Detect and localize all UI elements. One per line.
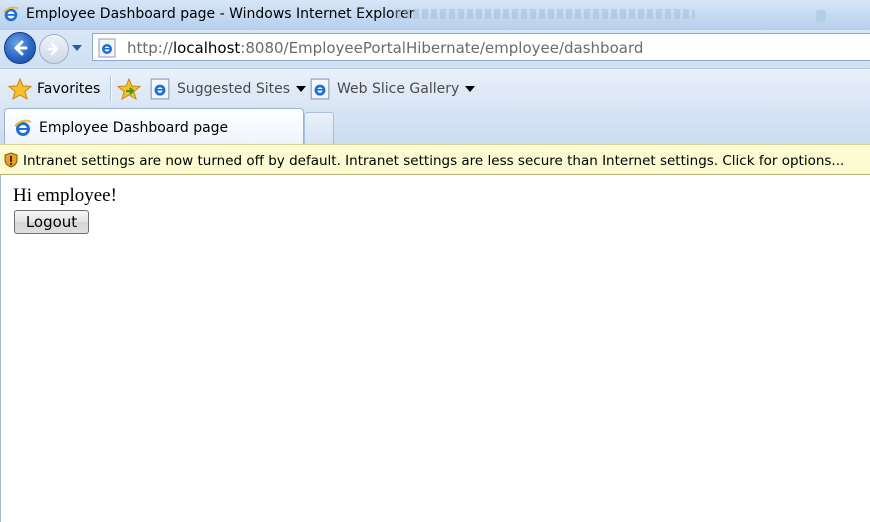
- internet-explorer-page-icon: [98, 38, 116, 58]
- logout-button[interactable]: Logout: [14, 210, 89, 234]
- arrow-left-icon: [14, 40, 28, 56]
- background-window-dot: [816, 10, 826, 22]
- favorites-bar: Favorites Suggested Sites Web Slice Gall…: [0, 68, 870, 106]
- greeting-text: Hi employee!: [13, 185, 117, 206]
- chevron-down-icon: [296, 86, 307, 92]
- url-path: :8080/EmployeePortalHibernate/employee/d…: [240, 39, 644, 57]
- address-url[interactable]: http://localhost:8080/EmployeePortalHibe…: [127, 39, 643, 57]
- chevron-down-icon: [465, 86, 476, 92]
- internet-explorer-icon: [14, 119, 32, 136]
- url-host: localhost: [172, 39, 241, 57]
- new-tab-button[interactable]: [304, 112, 334, 144]
- shield-warning-icon: [4, 152, 18, 168]
- favorites-separator: [110, 76, 111, 102]
- suggested-sites-label: Suggested Sites: [177, 81, 291, 97]
- favorites-star-icon: [8, 78, 32, 100]
- favorites-label: Favorites: [37, 81, 101, 97]
- internet-explorer-icon: [3, 6, 19, 22]
- add-to-favorites-bar-button[interactable]: [117, 78, 141, 100]
- suggested-sites-button[interactable]: Suggested Sites: [149, 78, 307, 100]
- arrow-right-icon: [47, 42, 59, 56]
- internet-explorer-icon: [310, 78, 330, 100]
- browser-window: Employee Dashboard page - Windows Intern…: [0, 0, 870, 522]
- tab-bar: Employee Dashboard page: [0, 106, 870, 144]
- internet-explorer-icon: [150, 78, 170, 100]
- information-bar-message: Intranet settings are now turned off by …: [23, 153, 845, 169]
- window-title: Employee Dashboard page - Windows Intern…: [26, 6, 415, 22]
- page-content: Hi employee! Logout: [0, 175, 870, 522]
- forward-button[interactable]: [39, 34, 69, 64]
- tab-employee-dashboard[interactable]: Employee Dashboard page: [4, 108, 304, 144]
- navigation-bar: http://localhost:8080/EmployeePortalHibe…: [0, 30, 870, 68]
- url-scheme: http://: [127, 39, 173, 57]
- recent-pages-dropdown-icon[interactable]: [72, 45, 82, 51]
- add-favorite-star-icon: [117, 78, 141, 100]
- back-button[interactable]: [4, 32, 36, 64]
- address-bar[interactable]: http://localhost:8080/EmployeePortalHibe…: [92, 33, 870, 61]
- web-slice-gallery-label: Web Slice Gallery: [337, 81, 460, 97]
- background-window-text: [395, 9, 695, 19]
- title-bar: Employee Dashboard page - Windows Intern…: [0, 0, 870, 30]
- favorites-button[interactable]: Favorites: [8, 78, 100, 100]
- tab-label: Employee Dashboard page: [39, 120, 229, 136]
- information-bar[interactable]: Intranet settings are now turned off by …: [0, 144, 870, 175]
- web-slice-gallery-button[interactable]: Web Slice Gallery: [309, 78, 476, 100]
